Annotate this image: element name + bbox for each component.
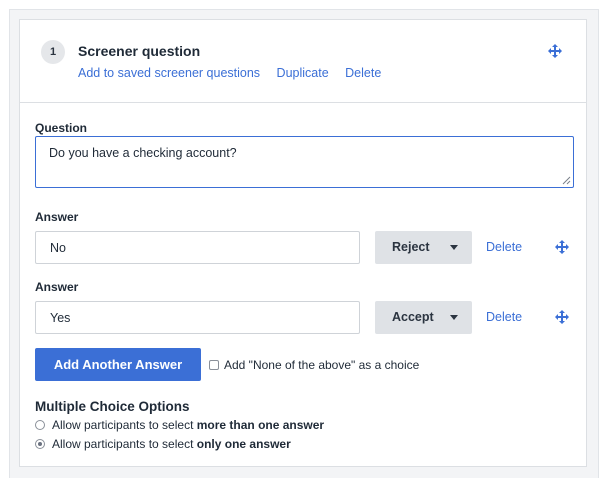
radio-label-prefix: Allow participants to select xyxy=(52,418,197,432)
card-header: 1 Screener question Add to saved screene… xyxy=(20,20,586,103)
move-arrows-icon[interactable] xyxy=(548,44,562,58)
radio-label-prefix: Allow participants to select xyxy=(52,437,197,451)
none-of-above-label: Add "None of the above" as a choice xyxy=(224,358,420,372)
dropdown-value: Reject xyxy=(392,240,430,254)
radio-more-than-one[interactable] xyxy=(35,420,45,430)
answer-label: Answer xyxy=(35,210,79,224)
add-another-answer-button[interactable]: Add Another Answer xyxy=(35,348,201,381)
none-of-above-checkbox[interactable] xyxy=(209,360,219,370)
screener-question-card: 1 Screener question Add to saved screene… xyxy=(19,19,587,467)
move-arrows-icon[interactable] xyxy=(555,310,569,324)
chevron-down-icon xyxy=(450,245,458,250)
card-title: Screener question xyxy=(78,43,201,59)
radio-label-emphasis: more than one answer xyxy=(196,418,325,432)
answer-action-dropdown[interactable]: Reject xyxy=(375,231,472,264)
add-to-saved-link[interactable]: Add to saved screener questions xyxy=(78,66,260,80)
radio-label-emphasis: only one answer xyxy=(196,437,291,451)
delete-answer-link[interactable]: Delete xyxy=(486,310,522,324)
answer-action-dropdown[interactable]: Accept xyxy=(375,301,472,334)
radio-only-one[interactable] xyxy=(35,439,45,449)
resize-grip-icon[interactable] xyxy=(562,176,571,185)
chevron-down-icon xyxy=(450,315,458,320)
radio-more-than-one-label: Allow participants to select more than o… xyxy=(52,418,324,432)
answer-input[interactable] xyxy=(35,301,360,334)
question-textarea[interactable]: Do you have a checking account? xyxy=(35,136,574,188)
answer-input[interactable] xyxy=(35,231,360,264)
delete-answer-link[interactable]: Delete xyxy=(486,240,522,254)
step-number-badge: 1 xyxy=(41,40,65,64)
move-arrows-icon[interactable] xyxy=(555,240,569,254)
delete-question-link[interactable]: Delete xyxy=(345,66,381,80)
radio-only-one-label: Allow participants to select only one an… xyxy=(52,437,291,451)
answer-label: Answer xyxy=(35,280,79,294)
header-links: Add to saved screener questions Duplicat… xyxy=(78,66,394,80)
dropdown-value: Accept xyxy=(392,310,434,324)
duplicate-link[interactable]: Duplicate xyxy=(277,66,329,80)
question-label: Question xyxy=(35,121,88,135)
multiple-choice-title: Multiple Choice Options xyxy=(35,399,190,414)
